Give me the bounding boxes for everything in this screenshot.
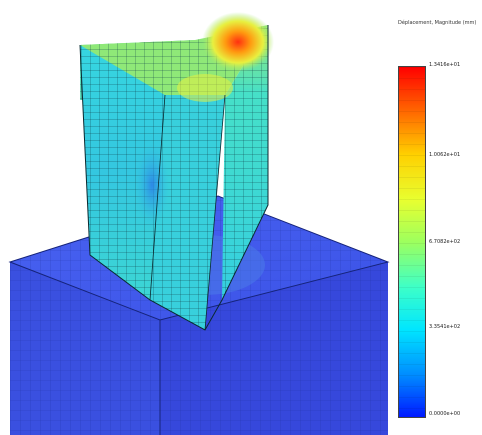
legend-title: Déplacement, Magnitude (mm) (398, 20, 477, 26)
legend-min-label: 0.0000e+00 (429, 411, 461, 417)
colorbar (398, 66, 426, 418)
legend-max-label: 1.3416e+01 (429, 62, 461, 68)
max-displacement-hotspot (202, 12, 274, 72)
legend-tick-4-label: 3.3541e+02 (429, 324, 461, 330)
legend-tick-2-label: 1.0062e+01 (429, 152, 461, 158)
legend-tick-3-label: 6.7082e+02 (429, 239, 461, 245)
